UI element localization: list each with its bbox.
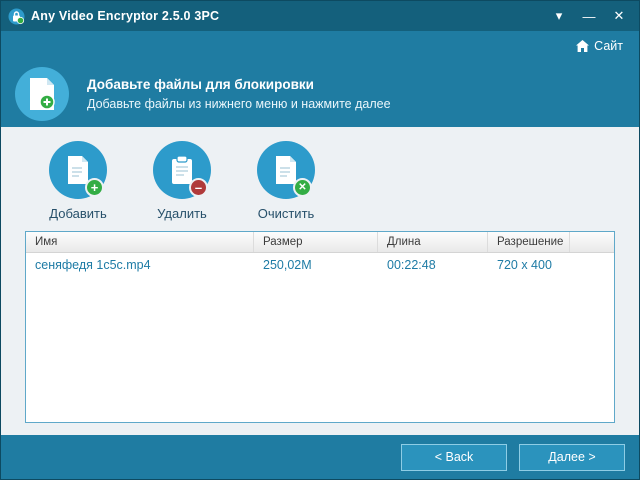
remove-file-circle: – — [153, 141, 211, 199]
minus-badge-icon: – — [189, 178, 208, 197]
header: Добавьте файлы для блокировки Добавьте ф… — [1, 61, 639, 127]
cell-file-size: 250,02M — [263, 258, 312, 272]
page-subtitle: Добавьте файлы из нижнего меню и нажмите… — [87, 97, 391, 111]
plus-badge-icon: + — [85, 178, 104, 197]
titlebar: Any Video Encryptor 2.5.0 3PC ▾ — ✕ — [1, 1, 639, 31]
column-header-size[interactable]: Размер — [254, 232, 378, 252]
document-plus-icon — [30, 78, 55, 110]
document-icon — [68, 156, 88, 184]
site-link[interactable]: Сайт — [576, 39, 623, 53]
site-link-label: Сайт — [594, 39, 623, 53]
column-header-name[interactable]: Имя — [26, 232, 254, 252]
clear-list-circle: ✕ — [257, 141, 315, 199]
close-button[interactable]: ✕ — [607, 5, 631, 27]
column-header-length[interactable]: Длина — [378, 232, 488, 252]
dropdown-arrow-button[interactable]: ▾ — [547, 5, 571, 27]
add-files-header-icon — [15, 67, 69, 121]
cell-file-resolution: 720 x 400 — [497, 258, 552, 272]
remove-file-button[interactable]: – Удалить — [153, 141, 211, 221]
remove-file-label: Удалить — [157, 206, 207, 221]
main-panel: + Добавить – Удалить ✕ Очистить Имя Разм… — [1, 127, 639, 435]
app-window: Any Video Encryptor 2.5.0 3PC ▾ — ✕ Сайт… — [0, 0, 640, 480]
header-text: Добавьте файлы для блокировки Добавьте ф… — [87, 77, 391, 111]
footer: < Back Далее > — [1, 435, 639, 479]
minimize-button[interactable]: — — [577, 5, 601, 27]
table-header-row: Имя Размер Длина Разрешение — [26, 232, 614, 253]
add-files-label: Добавить — [49, 206, 107, 221]
toolbar: + Добавить – Удалить ✕ Очистить — [25, 139, 615, 231]
add-files-button[interactable]: + Добавить — [49, 141, 107, 221]
back-button[interactable]: < Back — [401, 443, 507, 471]
clear-list-label: Очистить — [257, 206, 315, 221]
add-files-circle: + — [49, 141, 107, 199]
window-title: Any Video Encryptor 2.5.0 3PC — [31, 9, 220, 23]
clipboard-icon — [172, 156, 192, 184]
app-icon — [7, 7, 25, 25]
file-list-table: Имя Размер Длина Разрешение сеняфедя 1c5… — [25, 231, 615, 423]
table-row[interactable]: сеняфедя 1c5c.mp4 250,02M 00:22:48 720 x… — [26, 253, 614, 277]
column-header-filler — [570, 232, 614, 252]
cross-badge-icon: ✕ — [293, 178, 312, 197]
next-button[interactable]: Далее > — [519, 443, 625, 471]
column-header-resolution[interactable]: Разрешение — [488, 232, 570, 252]
cell-file-name: сеняфедя 1c5c.mp4 — [35, 258, 151, 272]
page-title: Добавьте файлы для блокировки — [87, 77, 314, 92]
sitebar: Сайт — [1, 31, 639, 61]
document-icon — [276, 156, 296, 184]
clear-list-button[interactable]: ✕ Очистить — [257, 141, 315, 221]
home-icon — [576, 40, 590, 52]
cell-file-length: 00:22:48 — [387, 258, 436, 272]
lock-icon — [8, 8, 24, 24]
